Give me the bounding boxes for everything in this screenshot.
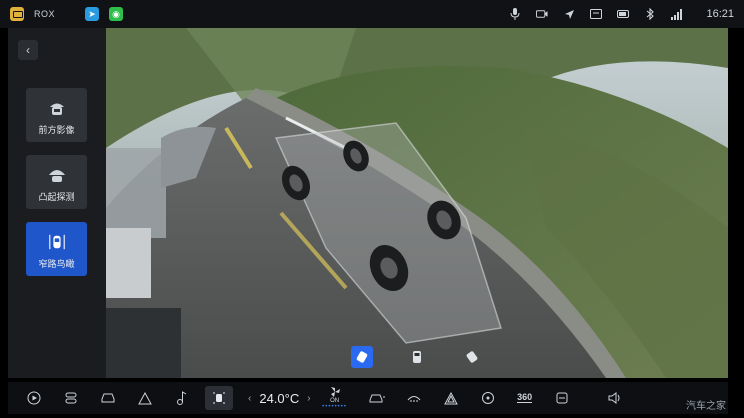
panorama-button[interactable] bbox=[205, 386, 233, 410]
car-air-button[interactable] bbox=[363, 386, 391, 410]
car-side-button[interactable] bbox=[406, 346, 428, 368]
mode-front-camera-button[interactable]: 前方影像 bbox=[26, 88, 87, 142]
mode-label: 凸起探测 bbox=[38, 192, 75, 202]
seat-heat-button[interactable] bbox=[548, 386, 576, 410]
chevron-left-icon: ‹ bbox=[26, 43, 30, 57]
clock: 16:21 bbox=[706, 8, 734, 20]
heat-icon bbox=[407, 396, 420, 402]
music-icon bbox=[177, 391, 187, 405]
message-icon[interactable] bbox=[590, 8, 603, 20]
car-side-icon bbox=[413, 351, 421, 363]
bottom-dock: ‹ 24.0°C › ON •••••••• 360 bbox=[8, 382, 728, 414]
telegram-app-icon[interactable]: ➤ bbox=[85, 7, 100, 21]
view-360-label: 360 bbox=[517, 392, 533, 403]
brand-name: ROX bbox=[34, 9, 56, 19]
car-button[interactable] bbox=[94, 386, 122, 410]
mode-label: 前方影像 bbox=[38, 125, 75, 135]
seat-heat-icon bbox=[556, 392, 568, 404]
camera-icon[interactable] bbox=[536, 8, 549, 20]
fan-icon bbox=[330, 387, 340, 397]
brand-logo-icon bbox=[10, 7, 24, 21]
transparent-chassis-icon bbox=[356, 351, 368, 363]
camera-feed-image bbox=[106, 28, 728, 378]
panorama-icon bbox=[213, 392, 225, 404]
wifi-icon[interactable] bbox=[671, 8, 683, 20]
fan-level-indicator: •••••••• bbox=[322, 404, 347, 410]
camera-tools bbox=[106, 346, 728, 368]
car-icon bbox=[101, 393, 115, 403]
temp-increase-button[interactable]: › bbox=[307, 393, 310, 404]
temperature-value: 24.0°C bbox=[259, 390, 300, 406]
volume-icon bbox=[608, 392, 620, 404]
battery-icon bbox=[617, 8, 630, 20]
car-rotate-icon bbox=[466, 351, 478, 363]
wechat-app-icon[interactable]: ◉ bbox=[109, 7, 124, 21]
mode-label: 窄路鸟瞰 bbox=[38, 259, 75, 269]
layers-icon bbox=[65, 392, 77, 404]
mode-narrow-road-button[interactable]: 窄路鸟瞰 bbox=[26, 222, 87, 276]
status-bar: ROX ➤ ◉ 16:21 bbox=[0, 0, 744, 28]
fan-button[interactable]: ON •••••••• bbox=[317, 386, 353, 410]
back-button[interactable]: ‹ bbox=[18, 40, 38, 60]
music-button[interactable] bbox=[168, 386, 196, 410]
camera-mode-panel: ‹ 前方影像 凸起探测 窄路鸟瞰 bbox=[8, 28, 106, 378]
watermark: 汽车之家 bbox=[686, 401, 726, 412]
temp-decrease-button[interactable]: ‹ bbox=[248, 393, 251, 404]
layers-button[interactable] bbox=[57, 386, 85, 410]
play-icon bbox=[27, 391, 41, 405]
navigation-icon[interactable] bbox=[563, 8, 575, 20]
camera-view[interactable] bbox=[106, 28, 728, 378]
steering-heat-icon bbox=[481, 392, 494, 404]
microphone-icon[interactable] bbox=[509, 8, 521, 20]
mode-bump-detect-button[interactable]: 凸起探测 bbox=[26, 155, 87, 209]
heat-button[interactable] bbox=[400, 386, 428, 410]
volume-button[interactable] bbox=[601, 386, 629, 410]
transparent-chassis-button[interactable] bbox=[351, 346, 373, 368]
narrow-road-icon bbox=[48, 234, 65, 250]
bump-detect-icon bbox=[48, 170, 65, 182]
temperature-control: ‹ 24.0°C › bbox=[248, 391, 311, 406]
steering-heat-button[interactable] bbox=[474, 386, 502, 410]
play-button[interactable] bbox=[20, 386, 48, 410]
front-camera-icon bbox=[49, 103, 64, 115]
view-360-button[interactable]: 360 bbox=[511, 386, 539, 410]
warning-button[interactable] bbox=[131, 386, 159, 410]
hazard-icon bbox=[443, 391, 458, 404]
car-air-icon bbox=[369, 394, 385, 403]
hazard-button[interactable] bbox=[437, 386, 465, 410]
warning-icon bbox=[138, 391, 152, 404]
car-rotate-button[interactable] bbox=[461, 346, 483, 368]
bluetooth-icon[interactable] bbox=[644, 8, 656, 20]
